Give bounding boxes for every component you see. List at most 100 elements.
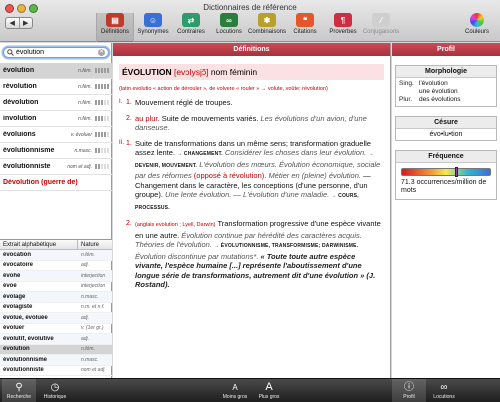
result-nature: n.fém. [78,115,92,122]
table-row[interactable]: évolutionniste nom et adj. [0,366,112,376]
table-row[interactable]: évolage n.masc. [0,292,112,303]
row-nature: n.masc. [81,293,99,300]
conjugations-icon: ⁄ [372,13,390,27]
cesure-box: Césure évo•lu•tion [395,116,497,141]
list-item[interactable]: évolutionniste nom et adj. [0,159,112,175]
back-button[interactable]: ◀ [6,18,19,28]
locutions-button[interactable]: ∞ Locutions [426,379,462,402]
sense-number: 1. [126,99,132,106]
search-tab-button[interactable]: ⚲ Recherche [2,379,36,402]
table-row[interactable]: évoé interjection [0,282,112,292]
profile-toggle-button[interactable]: ⓘ Profil [392,379,426,402]
forward-button[interactable]: ▶ [18,18,33,28]
table-row[interactable]: évocation n.fém. [0,250,112,261]
frequency-bar-icon [95,68,110,73]
result-nature: n.fém. [78,83,92,90]
bottom-label: Plus gros [258,394,280,400]
table-row[interactable]: évolutif, évolutive adj. [0,334,112,345]
bottom-label: Moins gros [222,394,248,400]
tab-label: Combinaisons [247,29,287,35]
list-item[interactable]: évolutionnisme n.masc. [0,143,112,159]
grammatical-category: nom féminin [210,67,258,77]
result-nature: nom et adj. [67,163,92,170]
table-row[interactable]: évolution n.fém. [0,344,112,355]
result-word: Dévolution (guerre de) [3,179,78,186]
list-item[interactable]: révolution n.fém. [0,79,112,95]
quotes-icon: ❝ [296,13,314,27]
tab-synonymes[interactable]: ☺ Synonymes [134,13,172,42]
cross-reference-link[interactable]: → ÉVOLUTIONNISME, TRANSFORMISME; DARWINI… [214,243,358,249]
sense-1-1: I. 1. Mouvement réglé de troupes. [119,98,382,108]
table-row[interactable]: évolutionnisme n.masc. [0,355,112,366]
bigger-text-icon: A [265,381,273,393]
tab-definitions[interactable]: ▤ Définitions [96,13,134,42]
sense-1-2: 2. au plur. Suite de mouvements variés. … [126,113,382,133]
table-row[interactable]: évolué, évoluée adj. [0,313,112,324]
colors-button[interactable]: Couleurs [460,13,494,35]
contraries-icon: ⇄ [182,13,200,27]
morph-singular-2: une évolution [396,88,496,96]
list-item[interactable]: évoluions v. évoluer [0,127,112,143]
nav-buttons: ◀ ▶ [5,17,33,29]
sense-number: 2. [126,114,132,122]
frequency-title: Fréquence [396,151,496,163]
cesure-title: Césure [396,117,496,129]
tab-label: Citations [293,29,317,35]
smaller-font-button[interactable]: A Moins gros [218,379,252,402]
tab-locutions[interactable]: ∞ Locutions [210,13,248,42]
tab-conjugaisons[interactable]: ⁄ Conjugaisons [362,13,400,42]
tab-combinaisons[interactable]: ✱ Combinaisons [248,13,286,42]
example-text: — L'évolution d'une maladie. [233,190,330,199]
table-row[interactable]: évohé interjection [0,271,112,282]
row-nature: adj. [81,262,90,269]
search-icon: ⚲ [15,382,23,393]
frequency-bar-icon [95,164,110,169]
history-button[interactable]: ◷ Historique [38,379,72,402]
column-header-word[interactable]: Extrait alphabétique [0,240,78,249]
tab-proverbes[interactable]: ¶ Proverbes [324,13,362,42]
result-word: dévolution [3,99,39,106]
tab-contraires[interactable]: ⇄ Contraires [172,13,210,42]
list-item[interactable]: dévolution n.fém. [0,95,112,111]
bottom-label: Locutions [433,394,455,400]
sense-text: Suite de mouvements variés. [161,113,259,123]
search-input[interactable] [16,49,98,56]
example-text: Considérer les choses dans leur évolutio… [224,148,367,157]
left-panel: ✕ évolution n.fém. révolution n.fém. dév… [0,43,112,378]
locutions-icon: ∞ [220,13,238,27]
list-item[interactable]: involution n.fém. [0,111,112,127]
tab-label: Définitions [100,29,129,35]
bottom-toolbar: ⚲ Recherche ◷ Historique A Moins gros A … [0,378,500,402]
tab-citations[interactable]: ❝ Citations [286,13,324,42]
bigger-font-button[interactable]: A Plus gros [252,379,286,402]
tab-label: Locutions [216,29,242,35]
column-header-nature[interactable]: Nature [78,240,102,249]
smaller-text-icon: A [232,383,238,392]
headword: ÉVOLUTION [122,67,172,77]
clock-icon: ◷ [50,382,60,393]
frequency-bar-icon [95,116,110,121]
row-nature: n.fém. [81,251,95,258]
list-item[interactable]: évolution n.fém. [0,63,112,79]
morph-plural: Plur. des évolutions [396,96,496,106]
row-word: évocation [3,251,32,258]
clear-search-icon[interactable]: ✕ [98,49,105,56]
example-text: Évolution discontinue par mutations*. [135,251,259,261]
cross-reference-link[interactable]: → CHANGEMENT. [177,151,223,157]
row-nature: interjection [81,272,106,279]
tab-label: Conjugaisons [362,29,400,35]
morphology-box: Morphologie Sing. l'évolution une évolut… [395,65,497,107]
morph-key: Plur. [399,96,413,103]
sense-2-1: II. 1. Suite de transformations dans un … [119,139,382,214]
list-item[interactable]: Dévolution (guerre de) [0,175,112,191]
result-nature: n.fém. [78,67,92,74]
table-row[interactable]: évocatoire adj. [0,261,112,271]
title-bar: Dictionnaires de référence ◀ ▶ ▤ Définit… [0,0,500,42]
table-row[interactable]: évoluer v. (1er gr.) [0,324,112,334]
row-word: évolagiste [3,304,33,311]
search-field[interactable]: ✕ [3,47,109,58]
table-row[interactable]: évolagiste n.m. et n.f. [0,303,112,313]
frequency-box: Fréquence 71.3 occurrences/million de mo… [395,150,497,200]
row-word: évolutionniste [3,367,44,374]
sense-text: Mouvement réglé de troupes. [135,98,233,107]
